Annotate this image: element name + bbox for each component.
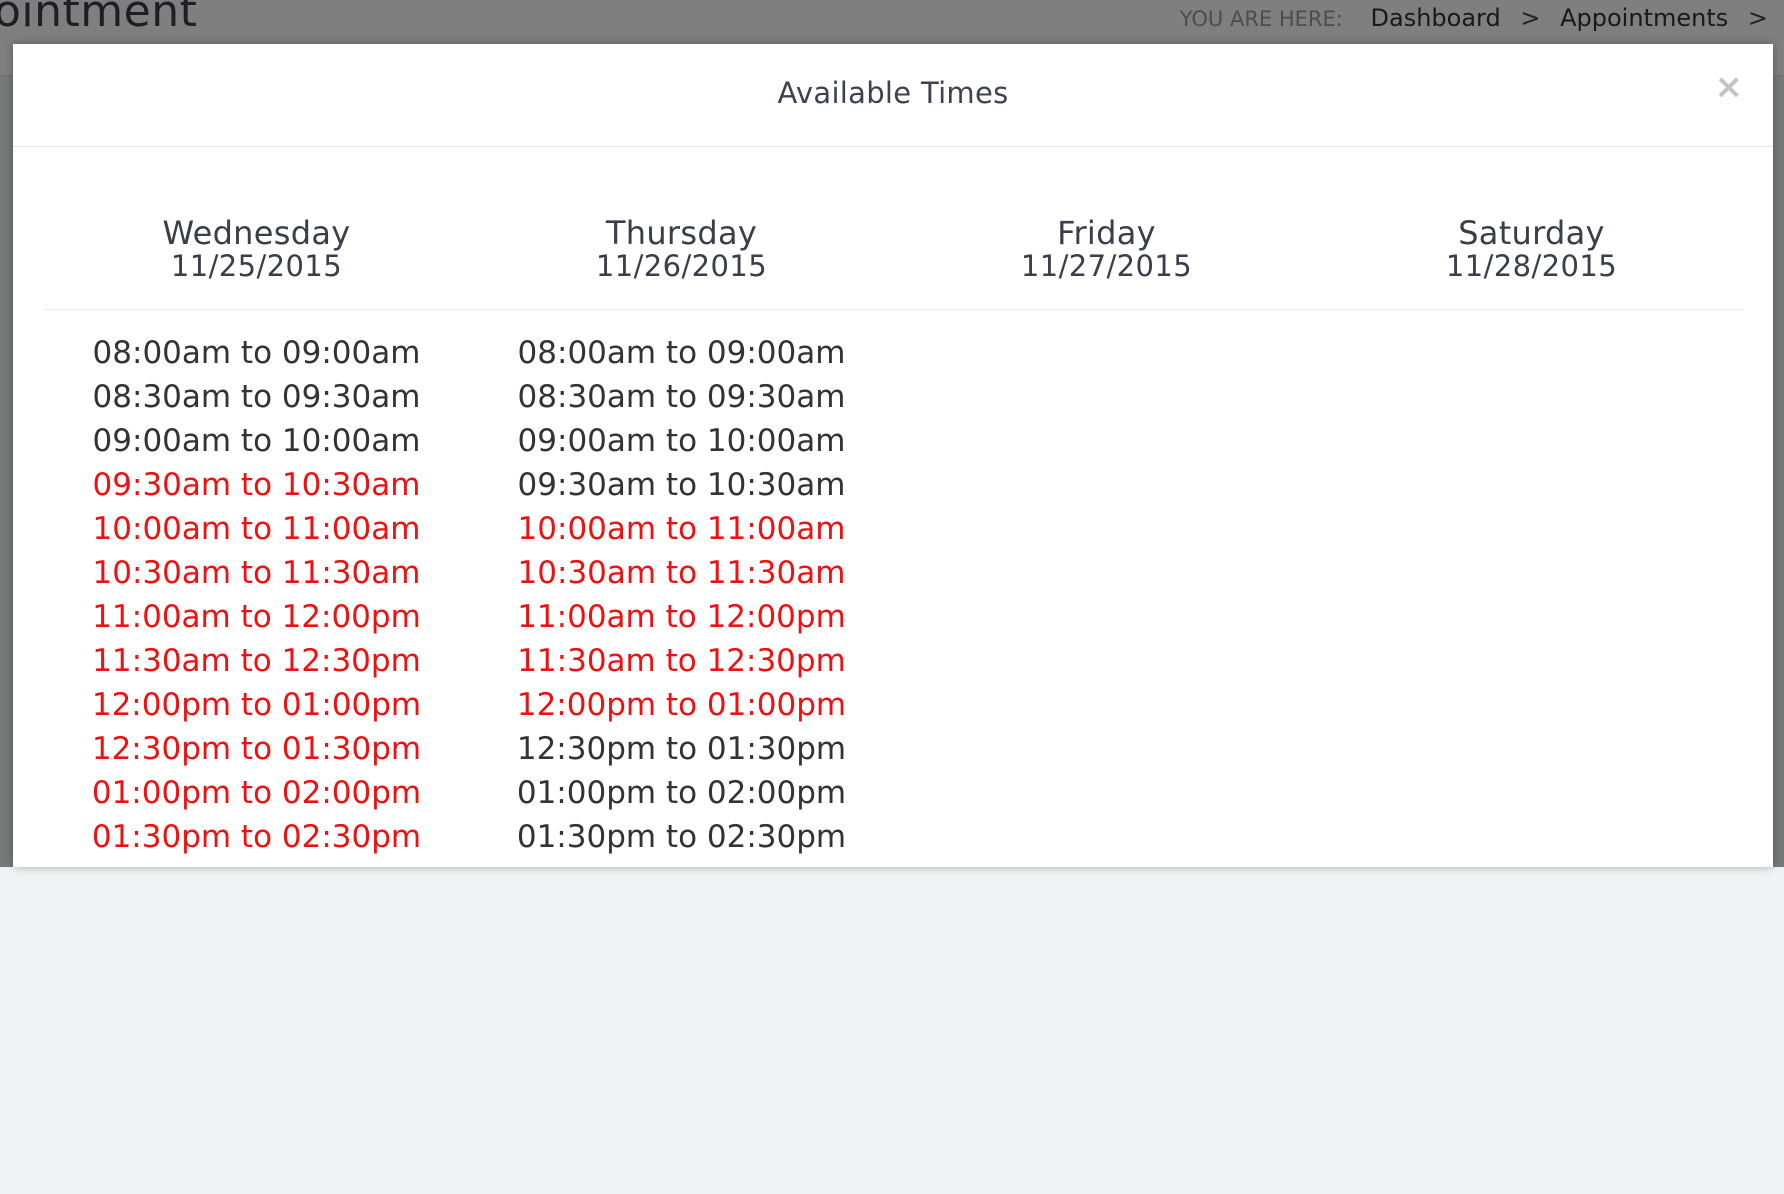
slot-column-friday xyxy=(894,331,1319,867)
time-slot[interactable]: 08:30am to 09:30am xyxy=(44,375,469,419)
day-header-wednesday: Wednesday 11/25/2015 xyxy=(44,176,469,309)
slot-column-thursday: 08:00am to 09:00am 08:30am to 09:30am 09:0… xyxy=(469,331,894,867)
time-slot[interactable]: 12:30pm to 01:30pm xyxy=(469,727,894,771)
day-date: 11/25/2015 xyxy=(170,249,343,283)
time-slot[interactable]: 01:00pm to 02:00pm xyxy=(469,771,894,815)
time-slot-unavailable[interactable]: 01:00pm to 02:00pm xyxy=(44,771,469,815)
time-slot-unavailable[interactable]: 01:30pm to 02:30pm xyxy=(44,815,469,859)
time-slot-unavailable[interactable]: 10:00am to 11:00am xyxy=(44,507,469,551)
time-slot-unavailable[interactable]: 11:00am to 12:00pm xyxy=(44,595,469,639)
time-slot-unavailable[interactable]: 09:30am to 10:30am xyxy=(44,463,469,507)
time-slot[interactable]: 02:00pm to 03:00pm xyxy=(469,859,894,867)
time-slot[interactable]: 01:30pm to 02:30pm xyxy=(469,815,894,859)
day-header-saturday: Saturday 11/28/2015 xyxy=(1319,176,1744,309)
time-slot-unavailable[interactable]: 10:30am to 11:30am xyxy=(44,551,469,595)
day-date: 11/27/2015 xyxy=(1020,249,1193,283)
time-slot-unavailable[interactable]: 11:30am to 12:30pm xyxy=(469,639,894,683)
day-name: Saturday xyxy=(1458,214,1605,252)
available-times-modal: Available Times × Wednesday 11/25/2015 T… xyxy=(13,44,1773,867)
time-slot[interactable]: 09:00am to 10:00am xyxy=(469,419,894,463)
time-slot[interactable]: 08:30am to 09:30am xyxy=(469,375,894,419)
time-slot[interactable]: 09:00am to 10:00am xyxy=(44,419,469,463)
modal-title: Available Times xyxy=(777,76,1009,110)
time-slot-unavailable[interactable]: 10:00am to 11:00am xyxy=(469,507,894,551)
day-name: Wednesday xyxy=(162,214,351,252)
time-slot-unavailable[interactable]: 12:30pm to 01:30pm xyxy=(44,727,469,771)
close-icon[interactable]: × xyxy=(1715,70,1744,104)
slot-column-saturday xyxy=(1319,331,1744,867)
time-slot[interactable]: 09:30am to 10:30am xyxy=(469,463,894,507)
day-header-friday: Friday 11/27/2015 xyxy=(894,176,1319,309)
time-slot[interactable]: 08:00am to 09:00am xyxy=(44,331,469,375)
time-slot-unavailable[interactable]: 10:30am to 11:30am xyxy=(469,551,894,595)
time-slot-unavailable[interactable]: 11:00am to 12:00pm xyxy=(469,595,894,639)
slot-column-wednesday: 08:00am to 09:00am 08:30am to 09:30am 09:0… xyxy=(44,331,469,867)
day-header-thursday: Thursday 11/26/2015 xyxy=(469,176,894,309)
time-slot-unavailable[interactable]: 12:00pm to 01:00pm xyxy=(469,683,894,727)
modal-header: Available Times × xyxy=(13,44,1773,147)
day-name: Friday xyxy=(1057,214,1156,252)
day-date: 11/28/2015 xyxy=(1445,249,1618,283)
day-name: Thursday xyxy=(605,214,758,252)
time-slot-unavailable[interactable]: 12:00pm to 01:00pm xyxy=(44,683,469,727)
day-headers: Wednesday 11/25/2015 Thursday 11/26/2015… xyxy=(44,176,1744,310)
time-slot-unavailable[interactable]: 11:30am to 12:30pm xyxy=(44,639,469,683)
time-slot[interactable]: 08:00am to 09:00am xyxy=(469,331,894,375)
time-slot-columns: 08:00am to 09:00am 08:30am to 09:30am 09:0… xyxy=(44,331,1744,867)
day-date: 11/26/2015 xyxy=(595,249,768,283)
time-slot[interactable]: 02:00pm to 03:00pm xyxy=(44,859,469,867)
